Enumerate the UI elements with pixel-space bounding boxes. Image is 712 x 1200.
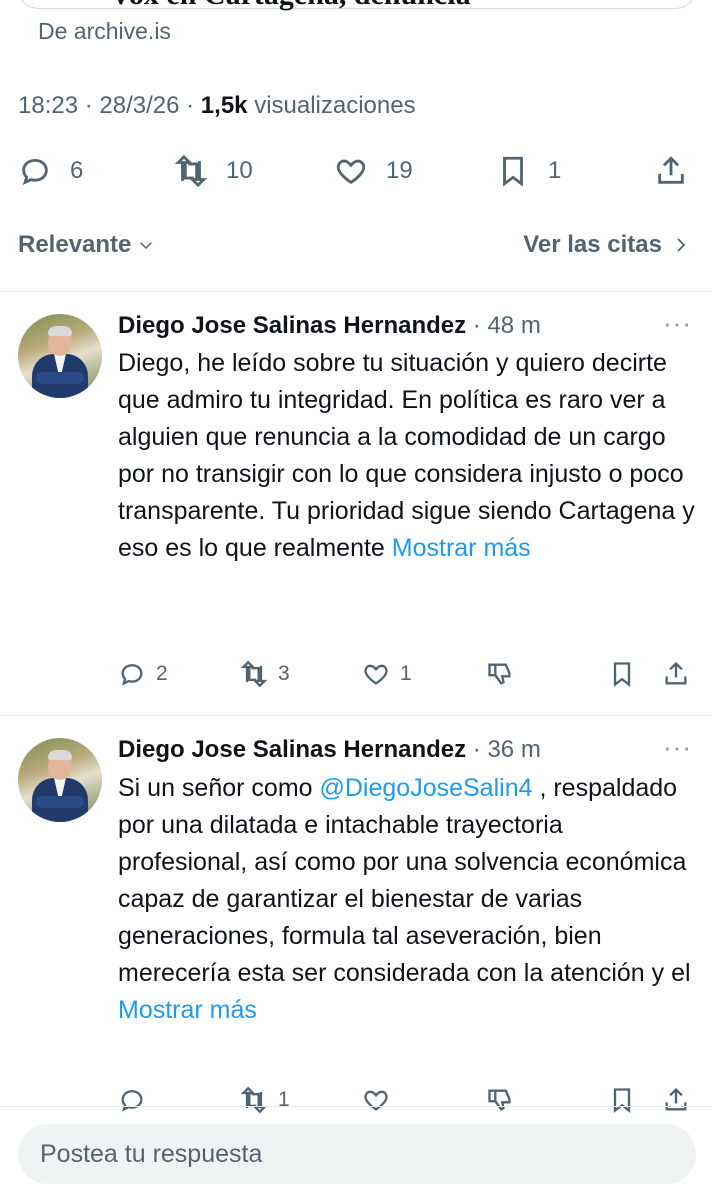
link-card-title[interactable]: Vox en Cartagena, denuncia <box>110 0 471 12</box>
quotes-label: Ver las citas <box>523 231 662 258</box>
reply-button[interactable] <box>118 1082 156 1118</box>
bookmark-button[interactable]: 1 <box>496 148 561 194</box>
like-icon <box>364 1090 388 1111</box>
reply-action-bar: 2 3 1 <box>0 656 712 692</box>
link-card-source[interactable]: De archive.is <box>38 18 171 45</box>
like-button[interactable] <box>362 1082 400 1118</box>
composer-divider <box>0 1106 712 1107</box>
bookmark-button[interactable] <box>608 656 636 692</box>
reply-header: Diego Jose Salinas Hernandez · 48 m <box>118 312 541 340</box>
repost-count: 1 <box>278 1088 290 1111</box>
repost-icon <box>174 154 208 188</box>
repost-count: 3 <box>278 662 290 685</box>
post-action-bar: 6 10 19 1 <box>0 148 712 194</box>
like-count: 19 <box>386 157 413 184</box>
share-icon <box>658 156 684 184</box>
sort-label: Relevante <box>18 231 132 258</box>
chevron-right-icon <box>677 238 686 252</box>
like-count: 1 <box>400 662 412 685</box>
sort-dropdown[interactable]: Relevante <box>18 231 155 259</box>
like-button[interactable]: 19 <box>334 148 413 194</box>
mention-link[interactable]: @DiegoJoseSalin4 <box>320 774 533 802</box>
bookmark-icon <box>503 156 523 187</box>
share-icon <box>665 1087 687 1111</box>
more-icon[interactable]: ··· <box>663 732 692 763</box>
reply-icon <box>121 1090 143 1112</box>
reply-item[interactable]: Diego Jose Salinas Hernandez · 36 m ··· … <box>0 716 712 1114</box>
reply-icon <box>22 158 48 185</box>
reply-button[interactable]: 6 <box>18 148 83 194</box>
share-button[interactable] <box>662 1082 690 1118</box>
post-date: 28/3/26 <box>99 92 180 119</box>
reply-item[interactable]: Diego Jose Salinas Hernandez · 48 m ··· … <box>0 292 712 714</box>
post-time: 18:23 <box>18 92 79 119</box>
views-label[interactable]: visualizaciones <box>254 92 415 119</box>
repost-button[interactable]: 1 <box>240 1082 290 1118</box>
author-name[interactable]: Diego Jose Salinas Hernandez <box>118 736 466 763</box>
reply-text: Si un señor como @DiegoJoseSalin4 , resp… <box>118 770 698 1029</box>
dislike-button[interactable] <box>486 656 514 692</box>
like-icon <box>364 664 388 685</box>
like-icon <box>336 159 366 184</box>
bookmark-button[interactable] <box>608 1082 636 1118</box>
repost-icon <box>240 1086 268 1114</box>
share-button[interactable] <box>654 148 688 194</box>
reply-body-start: Si un señor como <box>118 774 320 802</box>
reply-body: Diego, he leído sobre tu situación y qui… <box>118 349 695 562</box>
reply-count: 2 <box>156 662 168 685</box>
show-more-link[interactable]: Mostrar más <box>392 534 531 562</box>
reply-icon <box>121 664 143 686</box>
like-button[interactable]: 1 <box>362 656 412 692</box>
reply-text: Diego, he leído sobre tu situación y qui… <box>118 345 698 567</box>
author-name[interactable]: Diego Jose Salinas Hernandez <box>118 312 466 339</box>
bookmark-icon <box>613 662 631 687</box>
repost-count: 10 <box>226 157 253 184</box>
repost-icon <box>240 660 268 688</box>
composer-placeholder[interactable]: Postea tu respuesta <box>40 1140 262 1169</box>
thumbs-down-icon <box>488 663 511 685</box>
share-icon <box>665 661 687 685</box>
reply-time[interactable]: · 48 m <box>473 312 541 339</box>
repost-button[interactable]: 3 <box>240 656 290 692</box>
reply-button[interactable]: 2 <box>118 656 168 692</box>
view-quotes-link[interactable]: Ver las citas <box>523 231 690 259</box>
avatar[interactable] <box>18 314 102 398</box>
post-meta: 18:23 · 28/3/26 · 1,5k visualizaciones <box>18 92 416 119</box>
reply-body-end: , respaldado por una dilatada e intachab… <box>118 774 691 987</box>
thumbs-down-icon <box>488 1089 511 1111</box>
chevron-down-icon <box>140 242 153 250</box>
views-count[interactable]: 1,5k <box>201 92 248 119</box>
dislike-button[interactable] <box>486 1082 514 1118</box>
share-button[interactable] <box>662 656 690 692</box>
reply-action-bar: 1 <box>0 1082 712 1118</box>
bookmark-icon <box>613 1088 631 1113</box>
reply-composer[interactable]: Postea tu respuesta <box>18 1124 696 1184</box>
reply-header: Diego Jose Salinas Hernandez · 36 m <box>118 736 541 764</box>
repost-button[interactable]: 10 <box>174 148 253 194</box>
bookmark-count: 1 <box>548 157 562 184</box>
reply-time[interactable]: · 36 m <box>473 736 541 763</box>
reply-count: 6 <box>70 157 84 184</box>
more-icon[interactable]: ··· <box>663 308 692 339</box>
avatar[interactable] <box>18 738 102 822</box>
show-more-link[interactable]: Mostrar más <box>118 996 257 1024</box>
